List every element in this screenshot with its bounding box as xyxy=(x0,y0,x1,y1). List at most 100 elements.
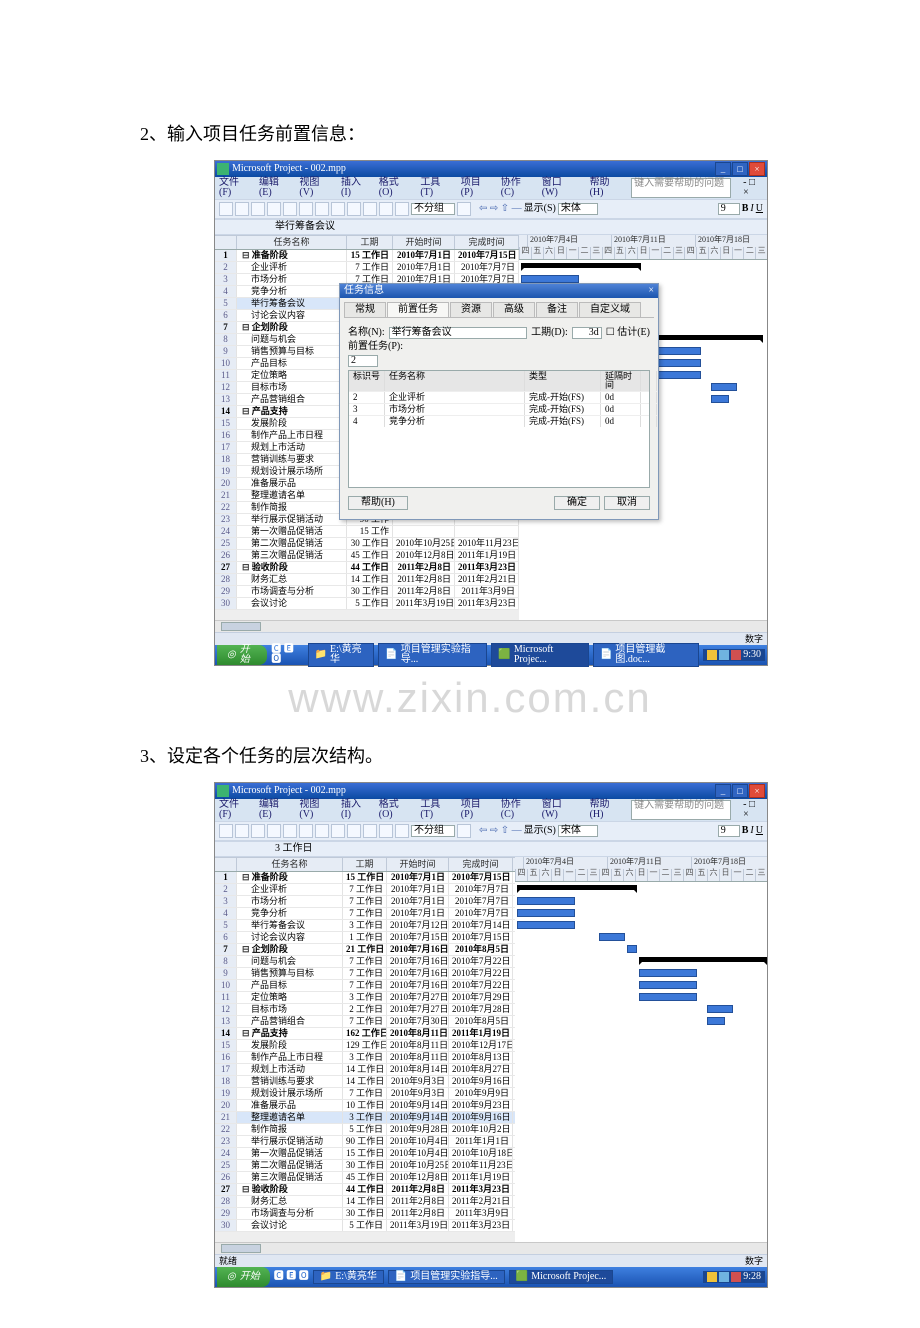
tab-general[interactable]: 常规 xyxy=(344,302,386,317)
undo-icon[interactable] xyxy=(331,824,345,838)
cancel-button[interactable]: 取消 xyxy=(604,496,650,510)
menu-file[interactable]: 文件(F) xyxy=(219,178,251,198)
cut-icon[interactable] xyxy=(283,202,297,216)
col-start[interactable]: 开始时间 xyxy=(387,857,449,871)
table-row[interactable]: 25第二次赠品促销活30 工作日2010年10月25日2010年11月23日24 xyxy=(215,1160,515,1172)
taskbar-explorer[interactable]: 📁 E:\黄亮华 xyxy=(313,1270,384,1284)
table-row[interactable]: 29市场调查与分析30 工作日2011年2月8日2011年3月9日 xyxy=(215,1208,515,1220)
predecessor-row[interactable]: 3市场分析完成-开始(FS)0d xyxy=(349,403,649,415)
tab-notes[interactable]: 备注 xyxy=(536,302,578,317)
minimize-button[interactable]: _ xyxy=(715,162,731,176)
unlink-icon[interactable] xyxy=(363,824,377,838)
save-icon[interactable] xyxy=(251,824,265,838)
table-row[interactable]: 1⊟ 准备阶段15 工作日2010年7月1日2010年7月15日 xyxy=(215,250,519,262)
col-end[interactable]: 完成时间 xyxy=(449,857,513,871)
menu-project[interactable]: 项目(P) xyxy=(461,800,493,820)
minimize-button[interactable]: _ xyxy=(715,784,731,798)
menu-insert[interactable]: 插入(I) xyxy=(341,800,371,820)
print-icon[interactable] xyxy=(267,824,281,838)
menu-collab[interactable]: 协作(C) xyxy=(501,800,534,820)
taskbar-explorer[interactable]: 📁 E:\黄亮华 xyxy=(308,643,375,667)
task-name-input[interactable]: 举行筹备会议 xyxy=(389,327,527,339)
table-row[interactable]: 3市场分析7 工作日2010年7月1日2010年7月7日 xyxy=(215,896,515,908)
fontsize-combo[interactable]: 9 xyxy=(718,825,740,837)
menu-collab[interactable]: 协作(C) xyxy=(501,178,534,198)
info-icon[interactable] xyxy=(395,202,409,216)
table-row[interactable]: 30会议讨论5 工作日2011年3月19日2011年3月23日29,28 xyxy=(215,1220,515,1232)
paste-icon[interactable] xyxy=(315,202,329,216)
menu-format[interactable]: 格式(O) xyxy=(379,800,413,820)
table-row[interactable]: 28财务汇总14 工作日2011年2月8日2011年2月21日 xyxy=(215,574,519,586)
maximize-button[interactable]: □ xyxy=(732,784,748,798)
table-row[interactable]: 2企业评析7 工作日2010年7月1日2010年7月7日 xyxy=(215,884,515,896)
duration-input[interactable]: 3d xyxy=(572,327,602,339)
undo-icon[interactable] xyxy=(331,202,345,216)
table-row[interactable]: 9销售预算与目标7 工作日2010年7月16日2010年7月22日 xyxy=(215,968,515,980)
link-icon[interactable] xyxy=(347,202,361,216)
table-row[interactable]: 23举行展示促销活动90 工作日2010年10月4日2011年1月1日22 xyxy=(215,1136,515,1148)
help-search-input[interactable]: 键入需要帮助的问题 xyxy=(631,800,731,820)
system-tray[interactable]: 9:30 xyxy=(703,649,765,661)
table-row[interactable]: 15发展阶段129 工作日2010年8月11日2010年12月17日7 xyxy=(215,1040,515,1052)
table-row[interactable]: 16制作产品上市日程3 工作日2010年8月11日2010年8月13日 xyxy=(215,1052,515,1064)
predecessor-list[interactable]: 标识号 任务名称 类型 延隔时间 2企业评析完成-开始(FS)0d3市场分析完成… xyxy=(348,370,650,488)
info-icon[interactable] xyxy=(395,824,409,838)
horizontal-scrollbar[interactable] xyxy=(215,620,767,632)
italic-button[interactable]: I xyxy=(750,204,753,214)
horizontal-scrollbar[interactable] xyxy=(215,1242,767,1254)
start-button[interactable]: ◎开始 xyxy=(217,1267,270,1287)
table-row[interactable]: 24第一次赠品促销活15 工作 xyxy=(215,526,519,538)
menu-help[interactable]: 帮助(H) xyxy=(590,178,624,198)
cut-icon[interactable] xyxy=(283,824,297,838)
help-button[interactable]: 帮助(H) xyxy=(348,496,408,510)
table-row[interactable]: 22制作简报5 工作日2010年9月28日2010年10月2日20,21 xyxy=(215,1124,515,1136)
table-row[interactable]: 13产品营销组合7 工作日2010年7月30日2010年8月5日11,12 xyxy=(215,1016,515,1028)
table-row[interactable]: 28财务汇总14 工作日2011年2月8日2011年2月21日 xyxy=(215,1196,515,1208)
table-row[interactable]: 17规划上市活动14 工作日2010年8月14日2010年8月27日16 xyxy=(215,1064,515,1076)
underline-button[interactable]: U xyxy=(756,826,763,836)
predecessor-row[interactable]: 2企业评析完成-开始(FS)0d xyxy=(349,391,649,403)
table-row[interactable]: 27⊟ 验收阶段44 工作日2011年2月8日2011年3月23日15 xyxy=(215,1184,515,1196)
table-row[interactable]: 29市场调查与分析30 工作日2011年2月8日2011年3月9日 xyxy=(215,586,519,598)
table-row[interactable]: 8问题与机会7 工作日2010年7月16日2010年7月22日 xyxy=(215,956,515,968)
help-icon[interactable] xyxy=(457,202,471,216)
table-row[interactable]: 12目标市场2 工作日2010年7月27日2010年7月28日8,9,10 xyxy=(215,1004,515,1016)
table-row[interactable]: 7⊟ 企划阶段21 工作日2010年7月16日2010年8月5日1 xyxy=(215,944,515,956)
col-duration[interactable]: 工期 xyxy=(343,857,387,871)
cell-entry-value[interactable]: 举行筹备会议 xyxy=(275,222,335,232)
bold-button[interactable]: B xyxy=(742,204,749,214)
menu-format[interactable]: 格式(O) xyxy=(379,178,413,198)
taskbar-word[interactable]: 📄 项目管理实验指导... xyxy=(378,643,487,667)
tab-predecessors[interactable]: 前置任务 xyxy=(387,302,449,317)
tab-advanced[interactable]: 高级 xyxy=(493,302,535,317)
col-task[interactable]: 任务名称 xyxy=(237,235,347,249)
predecessor-row[interactable]: 4竞争分析完成-开始(FS)0d xyxy=(349,415,649,427)
table-row[interactable]: 21整理邀请名单3 工作日2010年9月14日2010年9月16日19 xyxy=(215,1112,515,1124)
save-icon[interactable] xyxy=(251,202,265,216)
open-icon[interactable] xyxy=(235,202,249,216)
link-icon[interactable] xyxy=(347,824,361,838)
table-row[interactable]: 24第一次赠品促销活15 工作日2010年10月4日2010年10月18日22 xyxy=(215,1148,515,1160)
estimated-checkbox[interactable]: ☐ 估计(E) xyxy=(606,328,650,338)
table-row[interactable]: 26第三次赠品促销活45 工作日2010年12月8日2011年1月19日25 xyxy=(215,550,519,562)
font-combo[interactable]: 宋体 xyxy=(558,203,598,215)
fontsize-combo[interactable]: 9 xyxy=(718,203,740,215)
start-button[interactable]: ◎开始 xyxy=(217,645,267,665)
show-menu[interactable]: 显示(S) xyxy=(524,204,556,214)
table-row[interactable]: 6讨论会议内容1 工作日2010年7月15日2010年7月15日5 xyxy=(215,932,515,944)
taskbar-project[interactable]: 🟩 Microsoft Projec... xyxy=(509,1270,613,1284)
menu-view[interactable]: 视图(V) xyxy=(299,800,333,820)
col-task[interactable]: 任务名称 xyxy=(237,857,343,871)
table-row[interactable]: 5举行筹备会议3 工作日2010年7月12日2010年7月14日2,3,4 xyxy=(215,920,515,932)
menu-project[interactable]: 项目(P) xyxy=(461,178,493,198)
menu-file[interactable]: 文件(F) xyxy=(219,800,251,820)
open-icon[interactable] xyxy=(235,824,249,838)
menu-view[interactable]: 视图(V) xyxy=(299,178,333,198)
new-icon[interactable] xyxy=(219,824,233,838)
close-button[interactable]: × xyxy=(749,162,765,176)
menu-window[interactable]: 窗口(W) xyxy=(542,800,578,820)
split-icon[interactable] xyxy=(379,824,393,838)
taskbar-word[interactable]: 📄 项目管理实验指导... xyxy=(388,1270,505,1284)
menu-tools[interactable]: 工具(T) xyxy=(420,800,452,820)
col-end[interactable]: 完成时间 xyxy=(455,235,519,249)
